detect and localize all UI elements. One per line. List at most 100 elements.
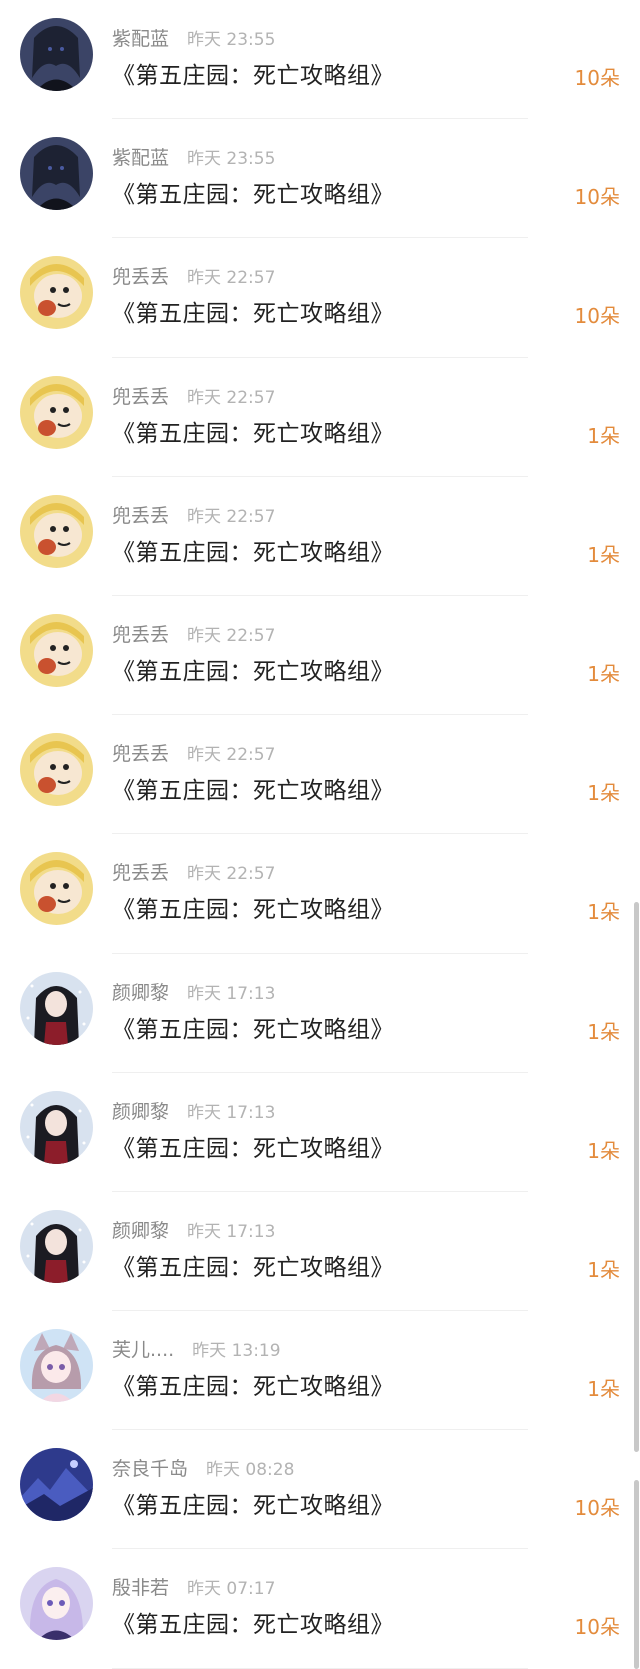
user-name[interactable]: 兜丢丢 [112,739,169,766]
anime-girl-cat-ears-avatar-icon [20,1329,93,1403]
gift-amount: 1朵 [587,900,620,925]
scrollbar-thumb[interactable] [634,1480,639,1669]
timestamp: 昨天 22:57 [187,745,276,766]
user-name[interactable]: 颜卿黎 [112,978,169,1005]
crayon-boy-yellow-hood-avatar-icon [20,494,93,568]
list-item[interactable]: 兜丢丢 昨天 22:57 《第五庄园：死亡攻略组》 1朵 [0,715,640,835]
scrollbar[interactable] [634,902,639,1452]
list-item[interactable]: 紫配蓝 昨天 23:55 《第五庄园：死亡攻略组》 10朵 [0,119,640,239]
user-name[interactable]: 颜卿黎 [112,1097,169,1124]
timestamp: 昨天 17:13 [187,1102,276,1123]
user-name[interactable]: 颜卿黎 [112,1216,169,1243]
list-item[interactable]: 颜卿黎 昨天 17:13 《第五庄园：死亡攻略组》 1朵 [0,1192,640,1312]
list-item[interactable]: 殷非若 昨天 07:17 《第五庄园：死亡攻略组》 10朵 [0,1549,640,1669]
list-item[interactable]: 兜丢丢 昨天 22:57 《第五庄园：死亡攻略组》 1朵 [0,834,640,954]
gift-amount: 1朵 [587,1019,620,1044]
book-title[interactable]: 《第五庄园：死亡攻略组》 [112,1486,394,1520]
gift-amount: 1朵 [587,1257,620,1282]
timestamp: 昨天 22:57 [187,864,276,885]
timestamp: 昨天 23:55 [187,149,276,170]
gift-amount: 10朵 [574,66,620,90]
timestamp: 昨天 23:55 [187,30,276,50]
timestamp: 昨天 22:57 [187,506,276,527]
book-title[interactable]: 《第五庄园：死亡攻略组》 [112,1248,394,1282]
avatar[interactable] [20,733,93,807]
avatar[interactable] [20,971,93,1045]
user-name[interactable]: 兜丢丢 [112,262,169,289]
gift-amount: 1朵 [587,542,620,567]
list-item[interactable]: 颜卿黎 昨天 17:13 《第五庄园：死亡攻略组》 1朵 [0,1073,640,1193]
list-item[interactable]: 兜丢丢 昨天 22:57 《第五庄园：死亡攻略组》 1朵 [0,358,640,477]
gift-amount: 1朵 [587,1138,620,1163]
anime-girl-purple-avatar-icon [20,1567,93,1641]
book-title[interactable]: 《第五庄园：死亡攻略组》 [112,1129,394,1163]
gift-amount: 10朵 [574,304,620,329]
list-item[interactable]: 颜卿黎 昨天 17:13 《第五庄园：死亡攻略组》 1朵 [0,954,640,1073]
crayon-boy-yellow-hood-avatar-icon [20,852,93,926]
avatar[interactable] [20,1090,93,1164]
gift-amount: 1朵 [587,1377,620,1402]
timestamp: 昨天 07:17 [187,1579,276,1600]
timestamp: 昨天 22:57 [187,387,276,408]
avatar[interactable] [20,613,93,687]
user-name[interactable]: 殷非若 [112,1573,169,1600]
user-name[interactable]: 芙儿.... [112,1335,174,1362]
book-title[interactable]: 《第五庄园：死亡攻略组》 [112,890,394,924]
timestamp: 昨天 22:57 [187,268,276,289]
gift-record-list: 紫配蓝 昨天 23:55 《第五庄园：死亡攻略组》 10朵 紫配蓝 昨天 23:… [0,0,640,1669]
gift-amount: 10朵 [574,1496,620,1521]
book-title[interactable]: 《第五庄园：死亡攻略组》 [112,175,394,209]
crayon-boy-yellow-hood-avatar-icon [20,613,93,687]
user-name[interactable]: 兜丢丢 [112,620,169,647]
avatar[interactable] [20,137,93,211]
dark-gothic-girl-avatar-icon [20,18,93,91]
long-hair-girl-snow-avatar-icon [20,1209,93,1283]
avatar[interactable] [20,1329,93,1403]
book-title[interactable]: 《第五庄园：死亡攻略组》 [112,1010,394,1044]
long-hair-girl-snow-avatar-icon [20,971,93,1045]
dark-gothic-girl-avatar-icon [20,137,93,211]
timestamp: 昨天 17:13 [187,983,276,1004]
avatar[interactable] [20,852,93,926]
book-title[interactable]: 《第五庄园：死亡攻略组》 [112,771,394,805]
crayon-boy-yellow-hood-avatar-icon [20,733,93,807]
crayon-boy-yellow-hood-avatar-icon [20,256,93,330]
user-name[interactable]: 兜丢丢 [112,501,169,528]
book-title[interactable]: 《第五庄园：死亡攻略组》 [112,533,394,567]
book-title[interactable]: 《第五庄园：死亡攻略组》 [112,294,394,328]
avatar[interactable] [20,494,93,568]
book-title[interactable]: 《第五庄园：死亡攻略组》 [112,1367,394,1401]
timestamp: 昨天 17:13 [187,1221,276,1242]
user-name[interactable]: 奈良千岛 [112,1454,188,1481]
avatar[interactable] [20,256,93,330]
avatar[interactable] [20,18,93,91]
list-item[interactable]: 兜丢丢 昨天 22:57 《第五庄园：死亡攻略组》 1朵 [0,596,640,716]
gift-amount: 10朵 [574,1615,620,1640]
book-title[interactable]: 《第五庄园：死亡攻略组》 [112,56,394,90]
list-item[interactable]: 奈良千岛 昨天 08:28 《第五庄园：死亡攻略组》 10朵 [0,1430,640,1550]
book-title[interactable]: 《第五庄园：死亡攻略组》 [112,652,394,686]
timestamp: 昨天 13:19 [192,1341,281,1362]
timestamp: 昨天 22:57 [187,625,276,646]
blue-landscape-avatar-icon [20,1448,93,1522]
list-item[interactable]: 兜丢丢 昨天 22:57 《第五庄园：死亡攻略组》 10朵 [0,238,640,358]
user-name[interactable]: 紫配蓝 [112,24,169,51]
avatar[interactable] [20,1448,93,1522]
list-item[interactable]: 紫配蓝 昨天 23:55 《第五庄园：死亡攻略组》 10朵 [0,0,640,120]
avatar[interactable] [20,1567,93,1641]
timestamp: 昨天 08:28 [206,1460,295,1481]
user-name[interactable]: 兜丢丢 [112,382,169,409]
user-name[interactable]: 兜丢丢 [112,858,169,885]
book-title[interactable]: 《第五庄园：死亡攻略组》 [112,1605,394,1639]
avatar[interactable] [20,1209,93,1283]
list-item[interactable]: 兜丢丢 昨天 22:57 《第五庄园：死亡攻略组》 1朵 [0,477,640,597]
gift-amount: 10朵 [574,185,620,210]
crayon-boy-yellow-hood-avatar-icon [20,375,93,449]
gift-amount: 1朵 [587,661,620,686]
gift-amount: 1朵 [587,781,620,806]
book-title[interactable]: 《第五庄园：死亡攻略组》 [112,414,394,448]
long-hair-girl-snow-avatar-icon [20,1090,93,1164]
avatar[interactable] [20,375,93,449]
user-name[interactable]: 紫配蓝 [112,143,169,170]
list-item[interactable]: 芙儿.... 昨天 13:19 《第五庄园：死亡攻略组》 1朵 [0,1311,640,1431]
